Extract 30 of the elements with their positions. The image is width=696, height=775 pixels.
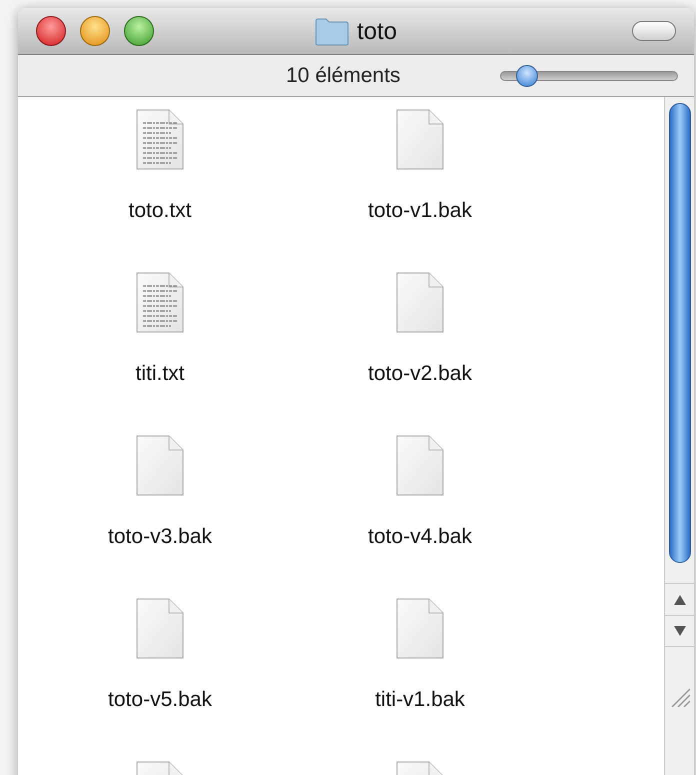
blank-document-icon xyxy=(395,598,445,660)
folder-icon xyxy=(314,18,349,46)
blank-document-icon xyxy=(395,109,445,171)
file-name[interactable]: toto-v4.bak xyxy=(368,521,472,552)
file-name[interactable]: toto-v2.bak xyxy=(368,358,472,390)
item-count: 10 éléments xyxy=(286,62,400,89)
blank-document-icon xyxy=(135,598,185,660)
blank-document-icon xyxy=(395,272,445,334)
resize-grip-icon[interactable] xyxy=(670,687,690,707)
file-name[interactable]: toto-v1.bak xyxy=(368,195,472,226)
file-name[interactable]: toto.txt xyxy=(128,195,192,226)
slider-thumb[interactable] xyxy=(516,64,538,86)
blank-document-icon xyxy=(135,435,185,497)
minimize-button[interactable] xyxy=(80,16,110,46)
window-title: toto xyxy=(356,16,398,46)
toolbar-toggle-button[interactable] xyxy=(632,21,676,41)
scroll-bar[interactable] xyxy=(664,97,694,775)
text-document-icon xyxy=(135,109,185,171)
scroll-up-icon[interactable] xyxy=(674,594,686,604)
close-button[interactable] xyxy=(36,16,66,46)
scroll-thumb[interactable] xyxy=(668,103,690,563)
scroll-down-icon[interactable] xyxy=(674,626,686,636)
zoom-button[interactable] xyxy=(124,16,154,46)
file-name[interactable]: toto-v3.bak xyxy=(108,521,212,552)
text-document-icon xyxy=(135,272,185,334)
file-name[interactable]: toto-v5.bak xyxy=(108,684,212,716)
blank-document-icon xyxy=(395,435,445,497)
file-name[interactable]: titi.txt xyxy=(135,358,184,390)
icon-size-slider[interactable] xyxy=(500,64,678,88)
file-name[interactable]: titi-v1.bak xyxy=(375,684,465,716)
